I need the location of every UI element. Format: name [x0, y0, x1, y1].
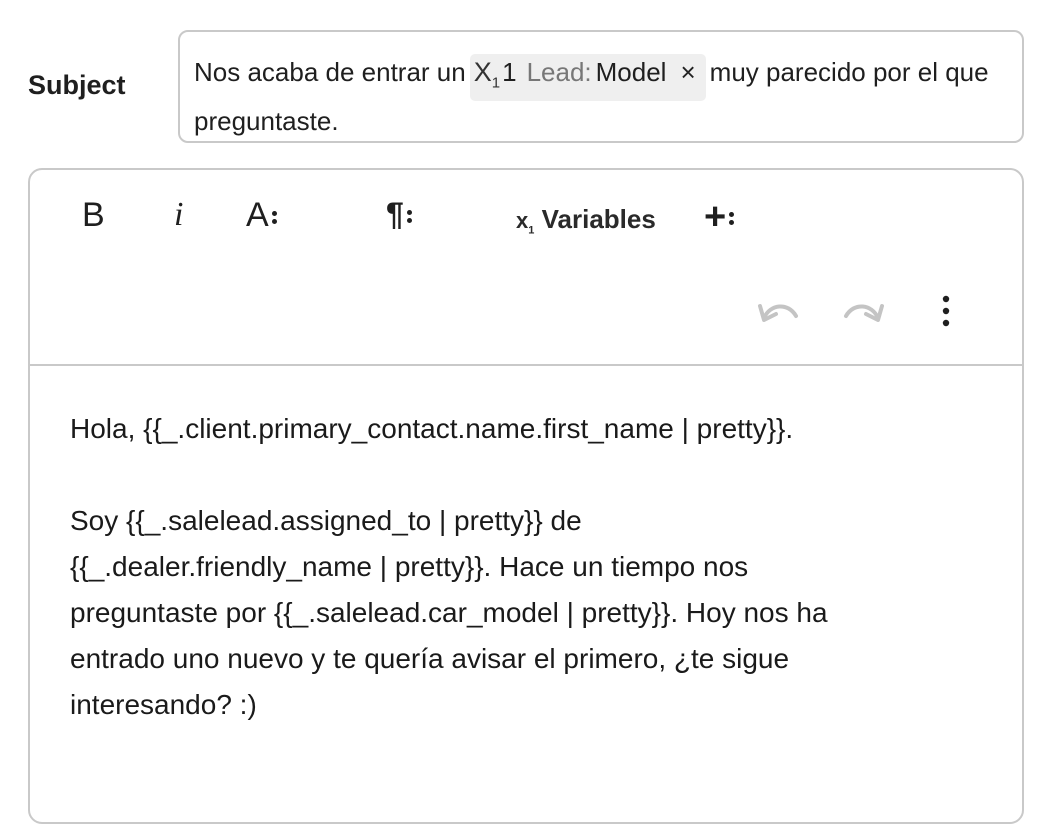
undo-button[interactable]: [756, 296, 800, 331]
paragraph-format-button[interactable]: ¶: [386, 196, 413, 233]
dropdown-dots-icon: [729, 209, 735, 228]
italic-button[interactable]: i: [174, 196, 183, 234]
body-line: entrado uno nuevo y te quería avisar el …: [70, 643, 790, 674]
variable-chip-lead-model[interactable]: X11 Lead: Model ×: [469, 54, 706, 102]
subject-text-before: Nos acaba de entrar un: [194, 57, 466, 87]
close-icon[interactable]: ×: [680, 57, 695, 87]
dropdown-dots-icon: [406, 207, 413, 226]
chip-field: Model: [595, 57, 667, 87]
dropdown-dots-icon: [271, 208, 278, 227]
body-line: Hola, {{_.client.primary_contact.name.fi…: [70, 413, 794, 444]
undo-icon: [758, 304, 798, 322]
variables-button[interactable]: x1 Variables: [516, 204, 656, 236]
font-format-button[interactable]: A: [246, 196, 278, 235]
body-line: interesando? :): [70, 689, 257, 720]
body-line: preguntaste por {{_.salelead.car_model |…: [70, 597, 828, 628]
font-icon: A: [246, 196, 269, 234]
body-line: {{_.dealer.friendly_name | pretty}}. Hac…: [70, 551, 749, 582]
chip-source: Lead:: [526, 57, 592, 87]
redo-button[interactable]: [842, 296, 886, 331]
rich-text-editor: B i A ¶ x1 Variables + Hola, {{_.client.…: [28, 168, 1024, 824]
subject-input[interactable]: Nos acaba de entrar un X11 Lead: Model × muy …: [178, 30, 1024, 143]
body-line: Soy {{_.salelead.assigned_to | pretty}} …: [70, 505, 582, 536]
chip-count: 1: [502, 57, 517, 87]
plus-icon: +: [704, 196, 727, 238]
bold-button[interactable]: B: [82, 196, 105, 235]
editor-content[interactable]: Hola, {{_.client.primary_contact.name.fi…: [30, 366, 1022, 728]
more-options-button[interactable]: [940, 294, 952, 333]
variable-x1-icon: x1: [516, 208, 535, 237]
variables-label: Variables: [541, 204, 656, 234]
insert-button[interactable]: +: [704, 196, 735, 239]
paragraph-icon: ¶: [386, 196, 404, 232]
more-vertical-icon: [942, 295, 950, 327]
editor-toolbar: B i A ¶ x1 Variables +: [30, 170, 1022, 366]
redo-icon: [844, 304, 884, 322]
subject-label: Subject: [28, 70, 126, 100]
variable-x1-icon: X1: [473, 57, 501, 92]
